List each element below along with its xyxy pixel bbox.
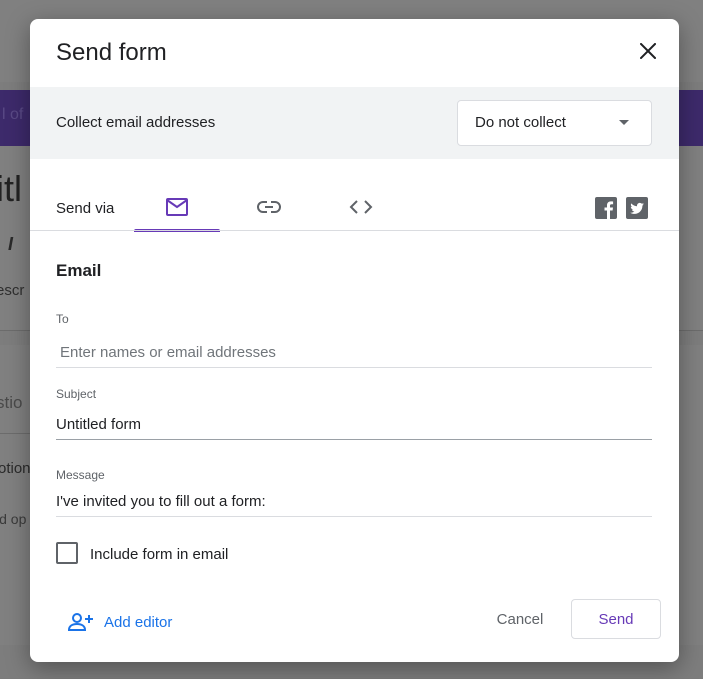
tab-link[interactable] bbox=[226, 184, 312, 230]
backdrop-add-option: ld op bbox=[0, 511, 27, 527]
collect-email-select[interactable]: Do not collect bbox=[457, 100, 652, 146]
add-editor-button[interactable]: Add editor bbox=[68, 609, 172, 635]
close-button[interactable] bbox=[630, 33, 666, 69]
include-form-label: Include form in email bbox=[90, 546, 229, 563]
tab-divider bbox=[30, 230, 679, 231]
send-form-dialog: Send form Collect email addresses Do not… bbox=[30, 19, 679, 662]
close-icon bbox=[640, 43, 656, 59]
collect-email-value: Do not collect bbox=[475, 114, 566, 131]
tab-email[interactable] bbox=[134, 184, 220, 232]
person-add-icon bbox=[68, 613, 93, 631]
twitter-icon bbox=[626, 197, 648, 219]
code-icon bbox=[349, 200, 373, 214]
backdrop-question: stio bbox=[0, 393, 23, 412]
send-via-label: Send via bbox=[56, 200, 115, 217]
add-editor-label: Add editor bbox=[104, 613, 173, 631]
dialog-title: Send form bbox=[56, 39, 167, 66]
message-label: Message bbox=[56, 468, 105, 482]
backdrop-option: otion bbox=[0, 460, 31, 477]
facebook-share-button[interactable] bbox=[595, 197, 617, 219]
backdrop-form-title: itl bbox=[0, 168, 22, 209]
backdrop-divider bbox=[0, 433, 30, 434]
include-form-checkbox[interactable] bbox=[56, 542, 78, 564]
backdrop-banner-text: l of bbox=[2, 106, 24, 123]
subject-input[interactable] bbox=[56, 409, 652, 440]
twitter-share-button[interactable] bbox=[626, 197, 648, 219]
link-icon bbox=[257, 201, 281, 213]
message-input[interactable] bbox=[56, 486, 652, 517]
collect-email-label: Collect email addresses bbox=[56, 114, 216, 131]
email-section-heading: Email bbox=[56, 261, 102, 280]
mail-icon bbox=[166, 198, 188, 216]
to-label: To bbox=[56, 312, 69, 326]
dropdown-arrow-icon bbox=[619, 120, 629, 125]
subject-label: Subject bbox=[56, 387, 97, 401]
send-button[interactable]: Send bbox=[571, 599, 661, 639]
backdrop-description: escr bbox=[0, 282, 25, 299]
to-input[interactable] bbox=[56, 337, 652, 368]
tab-embed[interactable] bbox=[318, 184, 404, 230]
collect-email-row: Collect email addresses Do not collect bbox=[30, 87, 679, 159]
cancel-button[interactable]: Cancel bbox=[480, 599, 560, 639]
backdrop-italic-icon: I bbox=[8, 234, 14, 254]
facebook-icon bbox=[595, 197, 617, 219]
